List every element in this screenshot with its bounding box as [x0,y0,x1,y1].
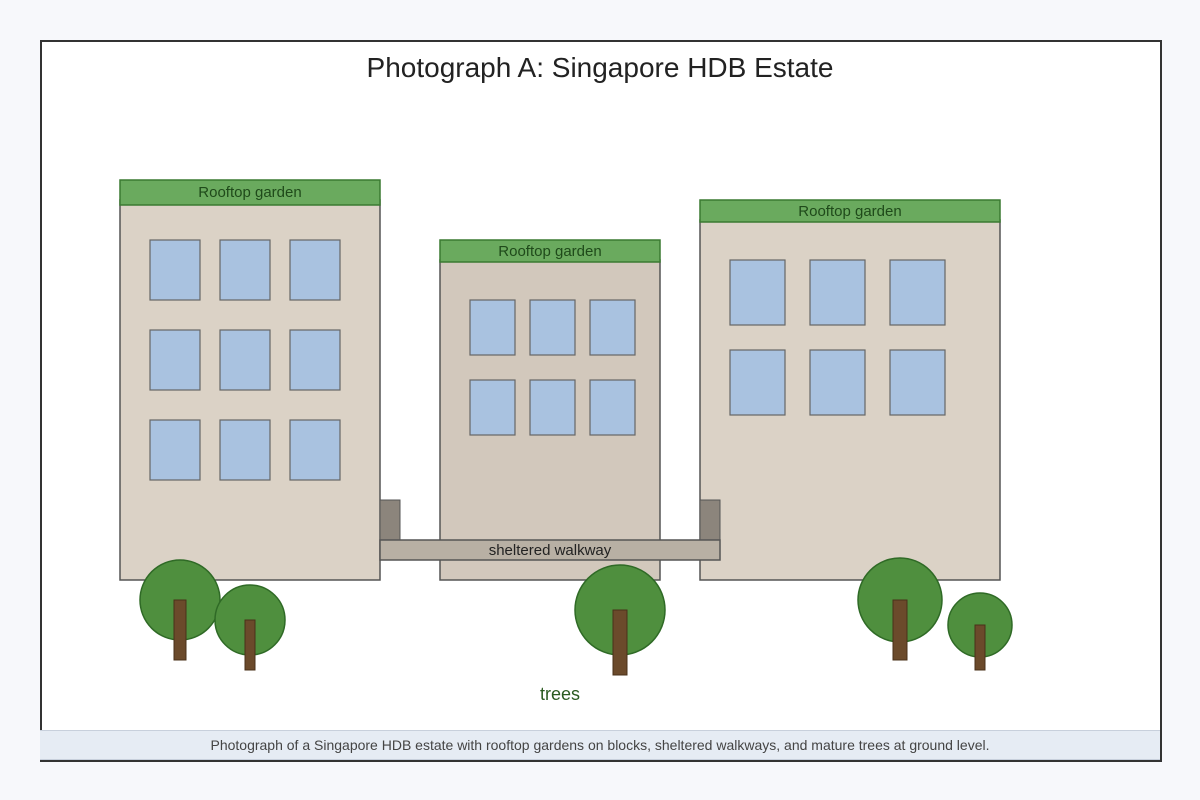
hdb-block-right: Rooftop garden [699,199,1001,581]
window [219,419,271,481]
window [219,329,271,391]
window [289,329,341,391]
tree [214,584,286,671]
window [809,349,866,416]
tree [139,559,221,661]
trees-label: trees [540,684,580,704]
tree [857,557,943,661]
window [469,299,516,356]
figure-caption: Photograph of a Singapore HDB estate wit… [40,730,1160,760]
walkway-post-left [379,499,401,541]
walkway-label: sheltered walkway [489,542,612,559]
window [219,239,271,301]
window [809,259,866,326]
window [289,419,341,481]
figure-title: Photograph A: Singapore HDB Estate [366,52,834,83]
window [729,349,786,416]
rooftop-garden-middle-label: Rooftop garden [498,243,601,260]
hdb-block-left: Rooftop garden [119,179,381,581]
window [589,299,636,356]
window [289,239,341,301]
window [529,299,576,356]
block-left-windows [149,239,341,481]
hdb-block-middle: Rooftop garden [439,239,661,581]
window [529,379,576,436]
window [729,259,786,326]
window [149,239,201,301]
window [589,379,636,436]
window [889,259,946,326]
estate-illustration: Rooftop garden Rooftop garden Rooftop ga… [119,179,1013,704]
rooftop-garden-left-label: Rooftop garden [198,184,301,201]
window [149,419,201,481]
tree [574,564,666,676]
walkway-post-right [699,499,721,541]
tree [947,592,1013,671]
window [889,349,946,416]
window [149,329,201,391]
rooftop-garden-right-label: Rooftop garden [798,203,901,220]
window [469,379,516,436]
